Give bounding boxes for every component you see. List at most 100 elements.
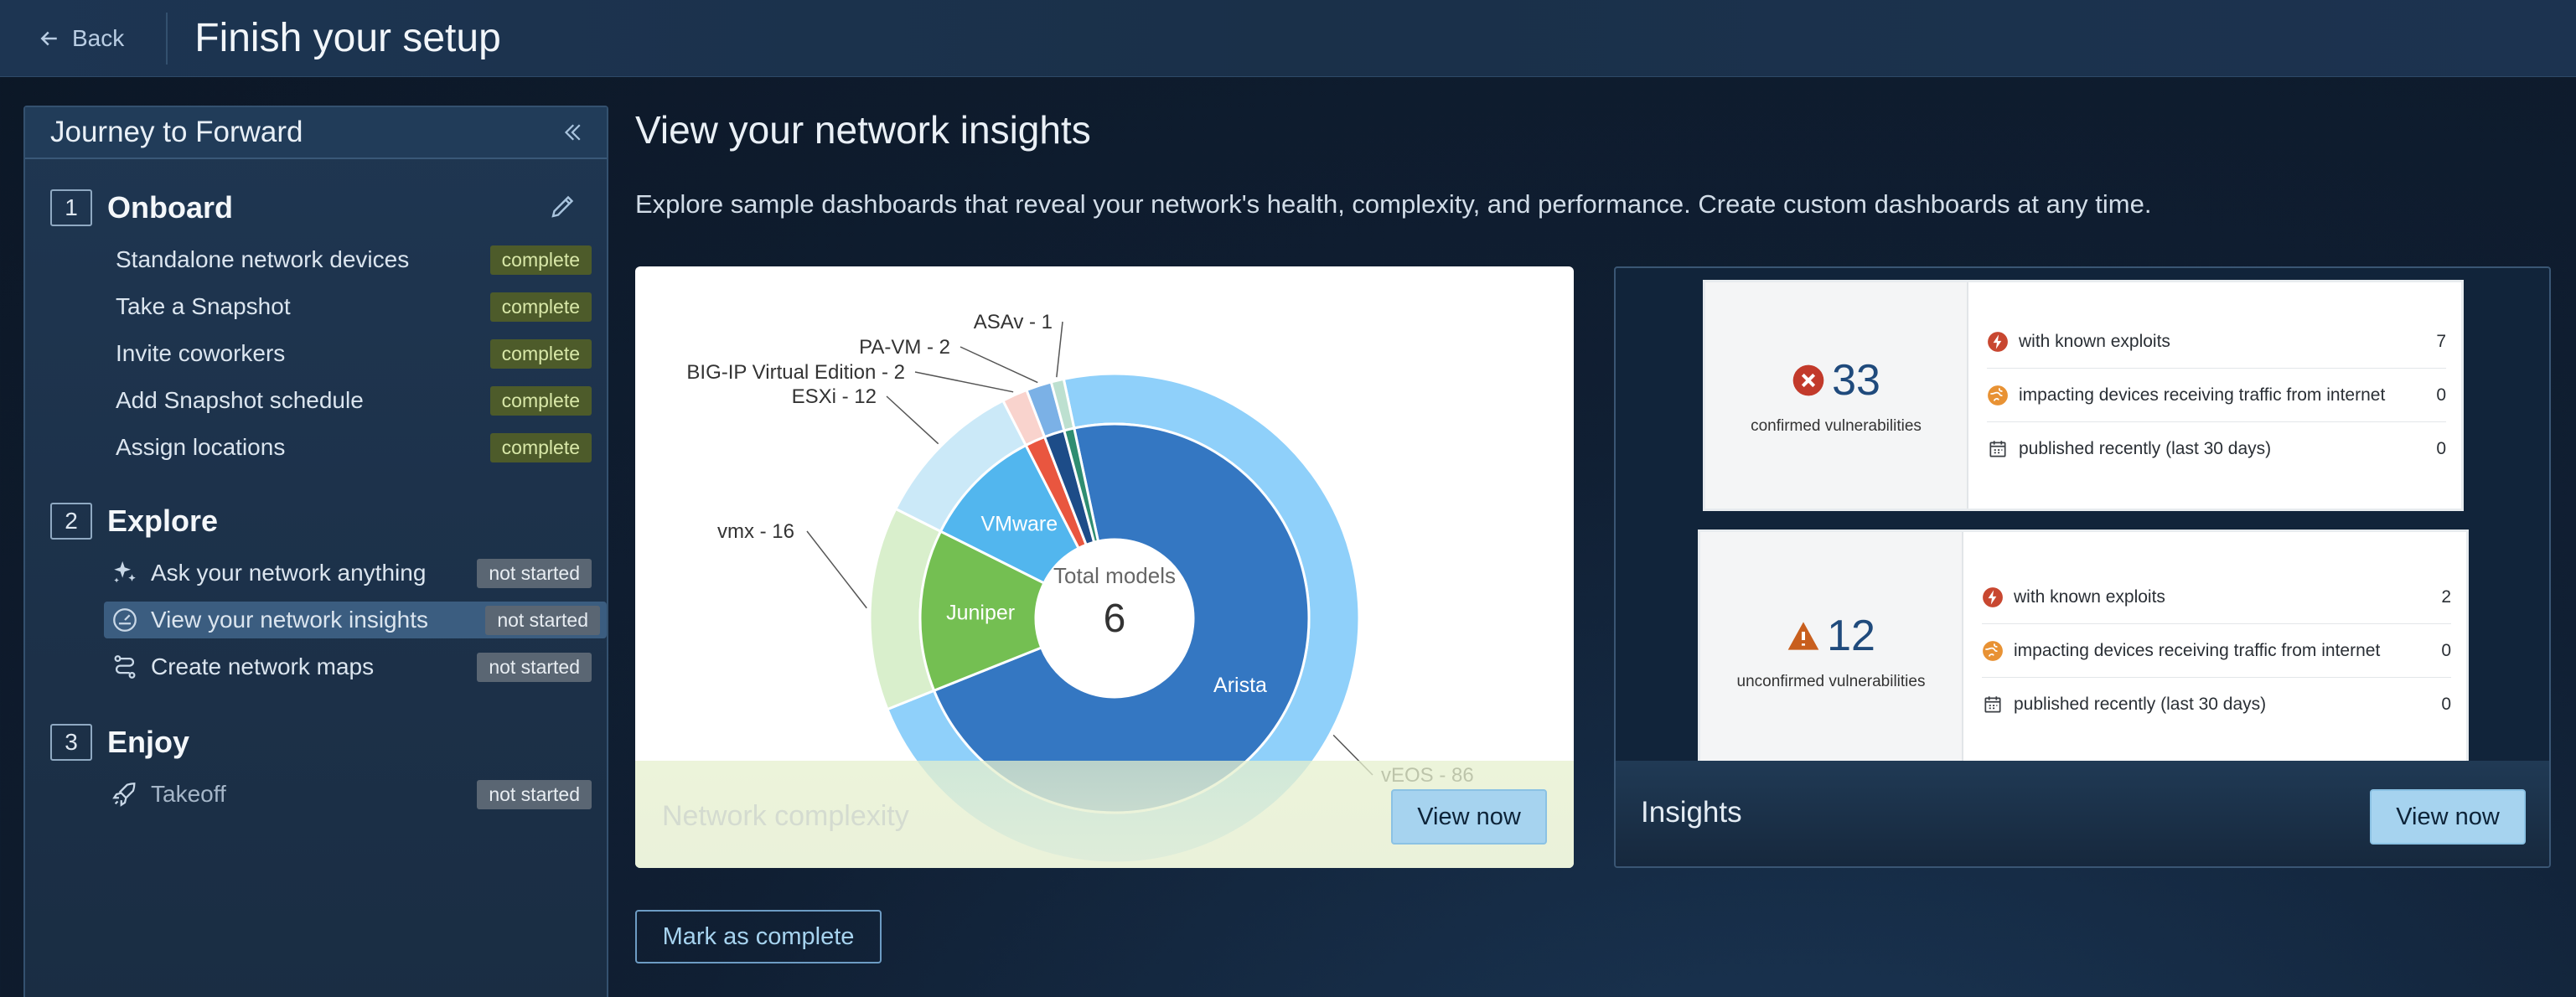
network-complexity-card[interactable]: Total models6AristaJuniperVMwarevEOS - 8… [635,266,1574,868]
vuln-row[interactable]: published recently (last 30 days) 0 [1987,422,2446,476]
step-title: Enjoy [107,725,190,759]
outer-leader-line [806,530,867,609]
outer-leader-line [914,371,1014,393]
error-circle-icon [1792,364,1824,396]
vuln-row-label-wrap: published recently (last 30 days) [1987,438,2271,460]
vuln-count-value: 33 [1832,356,1880,405]
step-number: 1 [50,189,92,226]
vuln-count-value: 12 [1827,612,1875,660]
sparkle-icon [114,560,136,583]
vuln-row-label: with known exploits [2019,331,2170,351]
view-now-button[interactable]: View now [1391,789,1547,845]
task-label: View your network insights [151,607,428,633]
bolt-icon [1983,586,2003,607]
outer-leader-line [1056,321,1063,378]
back-button[interactable]: Back [37,25,124,52]
task-invite-coworkers[interactable]: Invite coworkers complete [104,335,598,372]
vuln-count: 33 [1792,355,1880,406]
calendar-icon [1984,696,2001,713]
task-label-wrap: View your network insights [111,606,428,634]
vuln-row-value: 7 [2436,331,2446,351]
vuln-row[interactable]: published recently (last 30 days) 0 [1982,678,2451,731]
vuln-summary: 33 confirmed vulnerabilities [1705,282,1968,509]
task-take-snapshot[interactable]: Take a Snapshot complete [104,288,598,325]
outer-slice-label: BIG-IP Virtual Edition - 2 [686,361,905,384]
vuln-row-label: published recently (last 30 days) [2014,695,2267,714]
mark-complete-button[interactable]: Mark as complete [635,910,882,963]
vuln-row[interactable]: impacting devices receiving traffic from… [1987,369,2446,422]
calendar-icon [1989,441,2006,457]
view-now-button[interactable]: View now [2370,789,2526,845]
header-divider [166,12,168,65]
outer-slice-label: vmx - 16 [717,520,794,543]
task-label: Invite coworkers [116,340,286,366]
double-chevron-left-icon[interactable] [560,120,585,145]
status-badge: complete [489,338,592,369]
confirmed-vulnerabilities-panel: 33 confirmed vulnerabilities with known … [1703,280,2464,511]
route-icon [114,655,136,679]
center-value: 6 [1104,597,1126,641]
vuln-row-label-wrap: with known exploits [1982,586,2165,608]
page-title: Finish your setup [194,16,501,60]
insights-card[interactable]: 33 confirmed vulnerabilities with known … [1614,266,2551,868]
outer-leader-line [886,395,939,445]
task-snapshot-schedule[interactable]: Add Snapshot schedule complete [104,382,598,419]
status-badge: not started [485,605,600,635]
task-network-maps[interactable]: Create network maps not started [104,648,598,685]
inner-slice-label: Arista [1213,674,1267,697]
task-ask-network[interactable]: Ask your network anything not started [104,555,598,591]
rocket-icon [112,783,136,807]
card-label: Insights [1641,796,1742,829]
task-label: Ask your network anything [151,560,427,586]
status-badge: complete [489,245,592,275]
status-badge: not started [477,558,592,588]
status-badge: complete [489,292,592,322]
vuln-row-label: with known exploits [2014,586,2165,607]
task-standalone-devices[interactable]: Standalone network devices complete [104,241,598,278]
vuln-row-label-wrap: with known exploits [1987,331,2170,353]
vuln-row-value: 2 [2441,586,2451,607]
warning-triangle-icon [1787,622,1819,650]
task-takeoff[interactable]: Takeoff not started [104,776,598,813]
globe-icon [1983,640,2003,661]
vuln-row-label-wrap: impacting devices receiving traffic from… [1982,640,2380,662]
sidebar-title: Journey to Forward [50,116,303,148]
vuln-row-label: impacting devices receiving traffic from… [2019,385,2386,405]
vuln-row-value: 0 [2441,640,2451,660]
task-assign-locations[interactable]: Assign locations complete [104,429,598,466]
task-network-insights[interactable]: View your network insights not started [104,602,607,638]
sidebar-header: Journey to Forward [25,107,607,159]
section-description: Explore sample dashboards that reveal yo… [635,189,2152,219]
vuln-count: 12 [1787,611,1875,661]
bolt-icon [1988,331,2008,352]
pencil-icon[interactable] [548,191,578,221]
task-label: Add Snapshot schedule [116,387,364,413]
step-enjoy: 3 Enjoy [50,724,189,761]
vuln-row-label-wrap: impacting devices receiving traffic from… [1987,385,2385,406]
vuln-row-value: 0 [2441,695,2451,714]
vuln-row[interactable]: impacting devices receiving traffic from… [1982,624,2451,678]
status-badge: not started [477,652,592,682]
step-onboard: 1 Onboard [50,189,233,226]
vuln-rows: with known exploits 7 impacting devices … [1968,282,2461,509]
vuln-row-label-wrap: published recently (last 30 days) [1982,694,2266,715]
step-number: 3 [50,724,92,761]
vuln-row[interactable]: with known exploits 7 [1987,315,2446,369]
task-label: Take a Snapshot [116,293,291,319]
step-number: 2 [50,503,92,540]
outer-slice-label: ASAv - 1 [974,311,1053,333]
center-label: Total models [1053,563,1176,588]
vuln-row-value: 0 [2436,439,2446,458]
status-badge: not started [477,779,592,809]
vuln-rows: with known exploits 2 impacting devices … [1963,532,2466,770]
unconfirmed-vulnerabilities-panel: 12 unconfirmed vulnerabilities with know… [1698,529,2469,772]
journey-sidebar: Journey to Forward 1 Onboard Standalone … [23,106,608,997]
outer-leader-line [960,346,1038,384]
arrow-left-icon [40,31,57,45]
task-label-wrap: Ask your network anything [111,559,426,587]
outer-slice-label: PA-VM - 2 [859,336,950,359]
section-title: View your network insights [635,108,1091,152]
vuln-label: unconfirmed vulnerabilities [1736,673,1926,690]
vuln-row[interactable]: with known exploits 2 [1982,571,2451,624]
vuln-summary: 12 unconfirmed vulnerabilities [1700,532,1963,770]
